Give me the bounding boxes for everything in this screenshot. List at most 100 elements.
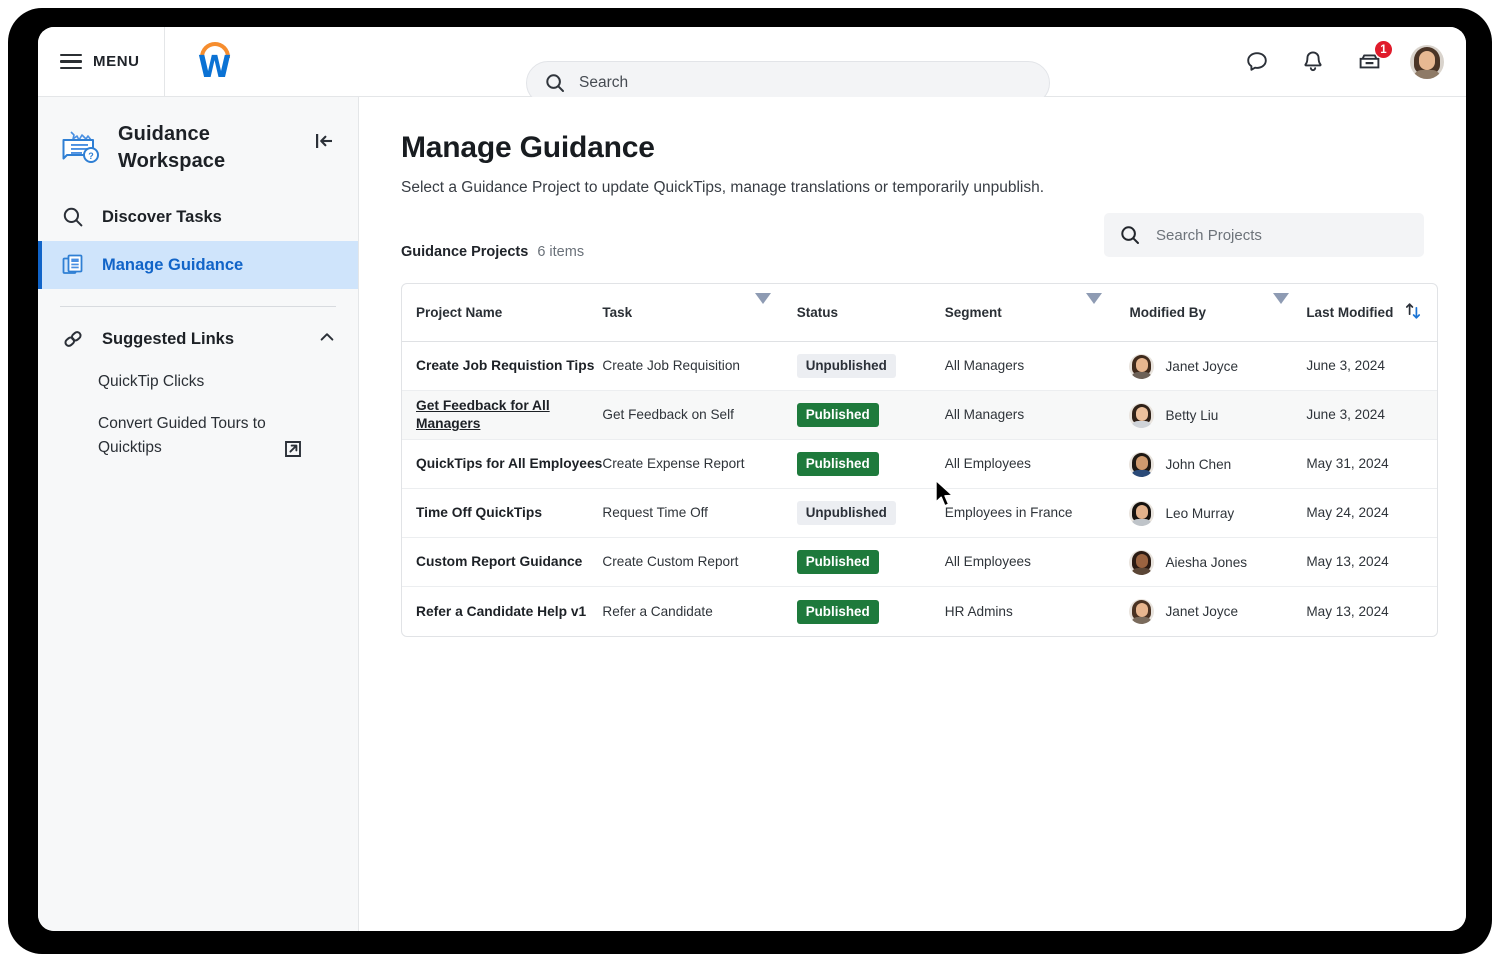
user-avatar[interactable] [1410, 45, 1444, 79]
menu-label: MENU [93, 53, 140, 70]
project-task: Get Feedback on Self [602, 407, 734, 422]
sort-segment-button[interactable] [1085, 292, 1130, 322]
status-badge: Published [796, 599, 879, 624]
modified-by-name: Aiesha Jones [1165, 554, 1248, 570]
search-icon [546, 74, 564, 92]
chat-icon[interactable] [1242, 47, 1272, 77]
workspace-header: ? Guidance Workspace [38, 111, 358, 193]
table-body: Create Job Requistion Tips Create Job Req… [402, 342, 1437, 636]
project-name-link[interactable]: Create Job Requistion Tips [416, 358, 594, 373]
project-segment: All Employees [944, 456, 1031, 471]
project-name-link[interactable]: Custom Report Guidance [416, 554, 582, 569]
app-screen: MENU W Search 1 ? Guidance Workspace Dis… [38, 27, 1466, 931]
search-projects-input[interactable]: Search Projects [1104, 213, 1424, 257]
avatar [1129, 451, 1155, 477]
modified-by: Janet Joyce [1129, 599, 1273, 624]
sort-task-button[interactable] [754, 292, 797, 322]
avatar-face [1135, 406, 1148, 421]
sidebar-item-discover-tasks[interactable]: Discover Tasks [38, 193, 358, 241]
external-link-icon [284, 440, 302, 458]
table-row[interactable]: Create Job Requistion Tips Create Job Req… [402, 342, 1437, 391]
table-row[interactable]: Time Off QuickTips Request Time Off Unpubl… [402, 489, 1437, 538]
project-task: Create Expense Report [602, 456, 745, 471]
list-caption: Guidance Projects [401, 244, 529, 260]
project-task: Request Time Off [602, 505, 708, 520]
column-header-modified-by: Modified By [1129, 305, 1206, 320]
bell-icon[interactable] [1298, 47, 1328, 77]
status-badge: Published [796, 403, 879, 427]
avatar [1129, 549, 1155, 575]
avatar-face [1135, 553, 1148, 568]
sidebar-section-suggested-links[interactable]: Suggested Links [38, 317, 358, 361]
avatar-body [1131, 371, 1153, 379]
sidebar-link-label: Convert Guided Tours to Quicktips [98, 415, 266, 456]
search-icon [1121, 226, 1139, 244]
project-task: Refer a Candidate [602, 603, 713, 619]
project-segment: All Employees [944, 554, 1031, 569]
global-search-placeholder: Search [579, 74, 629, 91]
avatar-face [1135, 603, 1148, 617]
guidance-projects-table: Project Name Task Status Segment Modifie… [401, 283, 1438, 637]
avatar-face [1135, 455, 1148, 470]
project-name-link[interactable]: QuickTips for All Employees [416, 456, 602, 471]
sidebar-item-label: Manage Guidance [102, 255, 244, 274]
sidebar: ? Guidance Workspace Discover Tasks Mana… [38, 97, 359, 931]
workday-logo[interactable]: W [165, 27, 265, 97]
svg-text:?: ? [88, 151, 94, 161]
inbox-icon[interactable]: 1 [1354, 40, 1393, 77]
chevron-up-icon[interactable] [318, 328, 336, 351]
sidebar-link-convert-guided-tours[interactable]: Convert Guided Tours to Quicktips [38, 403, 338, 469]
sidebar-section-label: Suggested Links [102, 329, 235, 348]
avatar-face [1135, 357, 1148, 372]
table-row[interactable]: Custom Report Guidance Create Custom Repo… [402, 538, 1437, 587]
avatar [1129, 353, 1155, 379]
device-frame: MENU W Search 1 ? Guidance Workspace Dis… [8, 8, 1492, 954]
table-row[interactable]: QuickTips for All Employees Create Expens… [402, 440, 1437, 489]
sidebar-link-label: QuickTip Clicks [98, 373, 205, 390]
status-badge: Unpublished [796, 354, 896, 378]
collapse-panel-icon[interactable] [312, 129, 336, 153]
table-row[interactable]: Get Feedback for All Managers Get Feedbac… [402, 391, 1437, 440]
modified-by: Betty Liu [1129, 402, 1273, 428]
avatar-body [1131, 567, 1153, 575]
logo-letter: W [198, 49, 232, 85]
avatar-body [1131, 518, 1153, 526]
last-modified-date: May 31, 2024 [1306, 456, 1389, 471]
main-content: Manage Guidance Select a Guidance Projec… [359, 97, 1466, 931]
menu-button[interactable]: MENU [38, 27, 165, 97]
avatar [1129, 402, 1155, 428]
last-modified-date: May 24, 2024 [1306, 505, 1389, 520]
link-icon [60, 326, 86, 352]
avatar [1129, 500, 1155, 526]
inbox-badge-count: 1 [1374, 40, 1393, 59]
column-header-status: Status [796, 305, 838, 320]
modified-by-name: John Chen [1165, 456, 1232, 472]
sidebar-item-manage-guidance[interactable]: Manage Guidance [38, 241, 358, 289]
search-icon [60, 204, 86, 230]
sort-ascending-descending-icon[interactable] [1403, 301, 1423, 324]
status-badge: Unpublished [796, 501, 896, 525]
list-header: Guidance Projects 6 items Search Project… [401, 213, 1424, 267]
avatar-body [1131, 420, 1153, 428]
sidebar-item-label: Discover Tasks [102, 207, 222, 226]
project-name-link[interactable]: Time Off QuickTips [416, 505, 542, 520]
project-segment: All Managers [944, 407, 1025, 422]
table-row[interactable]: Refer a Candidate Help v1 Refer a Candida… [402, 587, 1437, 636]
status-badge: Published [796, 550, 879, 574]
last-modified-date: May 13, 2024 [1306, 554, 1389, 569]
column-header-project-name: Project Name [416, 305, 503, 320]
sidebar-link-quicktip-clicks[interactable]: QuickTip Clicks [38, 361, 338, 403]
documents-icon [60, 252, 86, 278]
project-segment: All Managers [944, 358, 1025, 373]
column-header-segment: Segment [944, 305, 1002, 320]
column-header-task: Task [602, 305, 633, 320]
search-projects-placeholder: Search Projects [1156, 226, 1262, 244]
avatar-face [1135, 504, 1148, 519]
column-header-last-modified[interactable]: Last Modified [1306, 301, 1437, 324]
avatar-body [1131, 469, 1153, 477]
project-name-link[interactable]: Refer a Candidate Help v1 [416, 604, 586, 619]
caret-down-icon [1085, 292, 1102, 321]
sort-modified-by-button[interactable] [1273, 292, 1306, 322]
modified-by: John Chen [1129, 451, 1273, 477]
project-name-link[interactable]: Get Feedback for All Managers [416, 398, 550, 431]
